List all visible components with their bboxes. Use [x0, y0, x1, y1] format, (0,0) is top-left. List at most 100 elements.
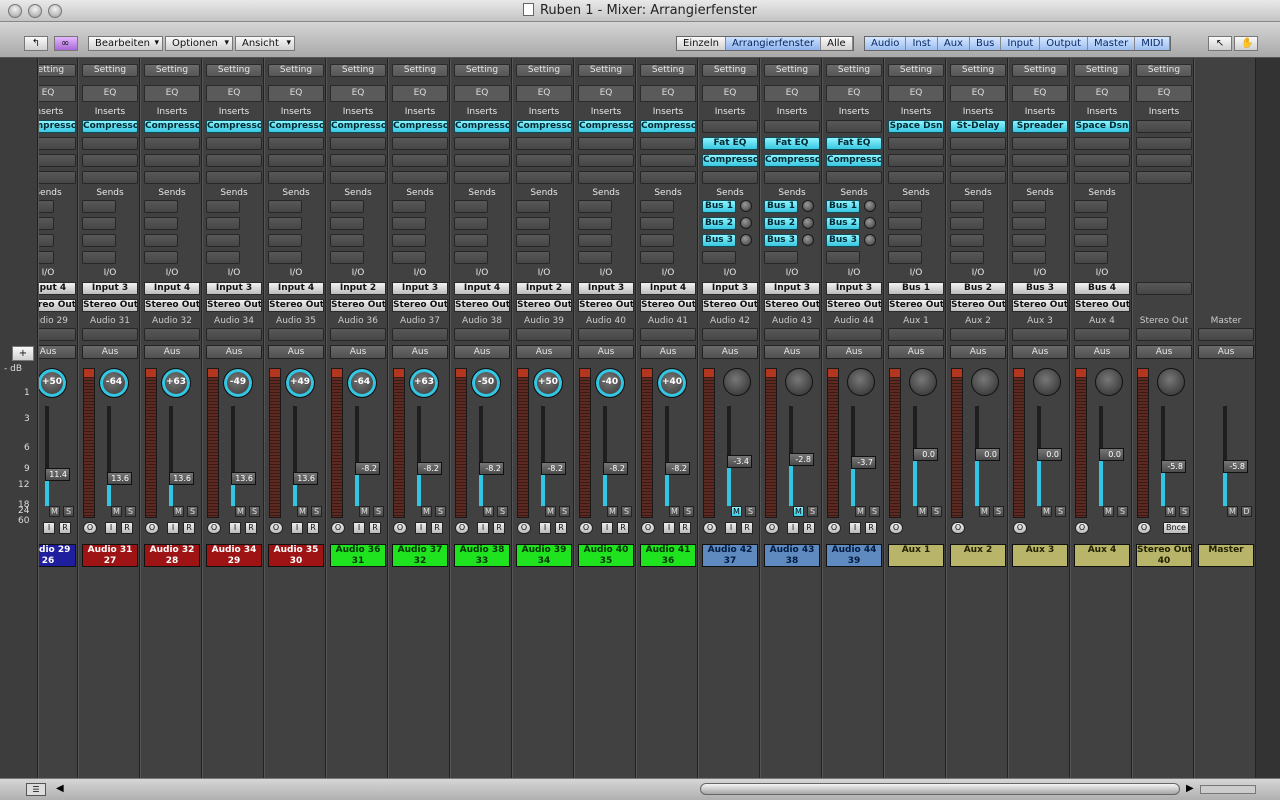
send-slot-empty[interactable]	[206, 251, 240, 264]
view-menu[interactable]: Ansicht	[235, 36, 295, 51]
send-level-knob[interactable]	[802, 234, 814, 246]
solo-button[interactable]: S	[249, 506, 260, 517]
eq-display[interactable]: EQ	[82, 85, 138, 102]
group-slot[interactable]	[516, 328, 572, 341]
solo-button[interactable]: S	[373, 506, 384, 517]
insert-slot-empty[interactable]	[578, 154, 634, 167]
insert-slot-empty[interactable]	[1074, 137, 1130, 150]
insert-slot-empty[interactable]	[516, 154, 572, 167]
insert-slot-empty[interactable]	[39, 154, 76, 167]
eq-display[interactable]: EQ	[578, 85, 634, 102]
insert-slot-compresso[interactable]: Compresso	[144, 120, 200, 133]
insert-slot-fat-eq[interactable]: Fat EQ	[826, 137, 882, 150]
send-slot-bus-2[interactable]: Bus 2	[702, 217, 736, 230]
input-selector[interactable]: Input 3	[206, 282, 262, 295]
insert-slot-empty[interactable]	[39, 137, 76, 150]
input-monitor-button[interactable]: I	[415, 522, 427, 534]
eq-display[interactable]: EQ	[206, 85, 262, 102]
input-monitor-button[interactable]: I	[105, 522, 117, 534]
send-slot-empty[interactable]	[268, 217, 302, 230]
setting-button[interactable]: Setting	[1136, 64, 1192, 77]
eq-display[interactable]: EQ	[826, 85, 882, 102]
setting-button[interactable]: Setting	[144, 64, 200, 77]
mute-button[interactable]: M	[421, 506, 432, 517]
volume-fader[interactable]: 13.6	[107, 472, 132, 485]
eq-display[interactable]: EQ	[144, 85, 200, 102]
send-slot-bus-1[interactable]: Bus 1	[702, 200, 736, 213]
setting-button[interactable]: Setting	[206, 64, 262, 77]
group-slot[interactable]	[888, 328, 944, 341]
volume-fader[interactable]: 13.6	[231, 472, 256, 485]
output-format-button[interactable]: O	[331, 522, 345, 534]
insert-slot-compresso[interactable]: Compresso	[702, 154, 758, 167]
automation-mode[interactable]: Aus	[1074, 345, 1130, 359]
record-enable-button[interactable]: R	[245, 522, 257, 534]
send-slot-empty[interactable]	[578, 200, 612, 213]
solo-button[interactable]: S	[497, 506, 508, 517]
pan-knob[interactable]: +50	[39, 368, 67, 398]
solo-button[interactable]: S	[683, 506, 694, 517]
setting-button[interactable]: Setting	[578, 64, 634, 77]
insert-slot-empty[interactable]	[950, 137, 1006, 150]
insert-slot-empty[interactable]	[1012, 171, 1068, 184]
eq-display[interactable]: EQ	[330, 85, 386, 102]
mute-button[interactable]: M	[669, 506, 680, 517]
send-slot-empty[interactable]	[516, 200, 550, 213]
send-slot-empty[interactable]	[516, 217, 550, 230]
send-slot-empty[interactable]	[82, 234, 116, 247]
input-monitor-button[interactable]: I	[43, 522, 55, 534]
eq-display[interactable]: EQ	[888, 85, 944, 102]
insert-slot-empty[interactable]	[82, 154, 138, 167]
setting-button[interactable]: Setting	[454, 64, 510, 77]
send-slot-empty[interactable]	[888, 200, 922, 213]
output-selector[interactable]: Stereo Out	[392, 299, 448, 312]
input-selector[interactable]: Input 4	[39, 282, 76, 295]
back-arrow-button[interactable]: ↰	[24, 36, 48, 51]
volume-fader[interactable]: -8.2	[665, 462, 690, 475]
insert-slot-fat-eq[interactable]: Fat EQ	[702, 137, 758, 150]
channel-name-plate[interactable]: Audio 36 31	[330, 544, 386, 567]
input-monitor-button[interactable]: I	[787, 522, 799, 534]
insert-slot-empty[interactable]	[888, 171, 944, 184]
automation-mode[interactable]: Aus	[392, 345, 448, 359]
output-selector[interactable]: Stereo Out	[268, 299, 324, 312]
mute-button[interactable]: M	[979, 506, 990, 517]
channel-name-plate[interactable]: Audio 43 38	[764, 544, 820, 567]
automation-mode[interactable]: Aus	[764, 345, 820, 359]
output-format-button[interactable]: O	[269, 522, 283, 534]
send-slot-empty[interactable]	[578, 217, 612, 230]
setting-button[interactable]: Setting	[1012, 64, 1068, 77]
eq-display[interactable]: EQ	[640, 85, 696, 102]
channel-name-plate[interactable]: Audio 42 37	[702, 544, 758, 567]
volume-fader[interactable]: -8.2	[541, 462, 566, 475]
mute-button[interactable]: M	[731, 506, 742, 517]
record-enable-button[interactable]: R	[493, 522, 505, 534]
send-slot-empty[interactable]	[516, 234, 550, 247]
pointer-tool-icon[interactable]: ↖	[1208, 36, 1232, 51]
filter-input[interactable]: Input	[1001, 37, 1041, 50]
channel-name-plate[interactable]: Aux 3	[1012, 544, 1068, 567]
input-monitor-button[interactable]: I	[663, 522, 675, 534]
record-enable-button[interactable]: R	[183, 522, 195, 534]
filter-aux[interactable]: Aux	[937, 37, 970, 50]
output-format-button[interactable]: O	[1137, 522, 1151, 534]
solo-button[interactable]: S	[745, 506, 756, 517]
pan-knob[interactable]	[723, 368, 751, 396]
output-selector[interactable]: Stereo Out	[82, 299, 138, 312]
send-slot-empty[interactable]	[702, 251, 736, 264]
input-selector[interactable]: Input 4	[454, 282, 510, 295]
volume-fader[interactable]: 0.0	[913, 448, 938, 461]
output-format-button[interactable]: O	[83, 522, 97, 534]
send-level-knob[interactable]	[740, 200, 752, 212]
send-slot-empty[interactable]	[144, 234, 178, 247]
pan-knob[interactable]: -40	[595, 368, 625, 398]
insert-slot-empty[interactable]	[702, 171, 758, 184]
pan-knob[interactable]	[847, 368, 875, 396]
volume-fader[interactable]: 0.0	[1037, 448, 1062, 461]
eq-display[interactable]: EQ	[1012, 85, 1068, 102]
send-slot-empty[interactable]	[392, 200, 426, 213]
send-slot-bus-1[interactable]: Bus 1	[826, 200, 860, 213]
group-slot[interactable]	[702, 328, 758, 341]
insert-slot-empty[interactable]	[268, 171, 324, 184]
insert-slot-empty[interactable]	[826, 171, 882, 184]
